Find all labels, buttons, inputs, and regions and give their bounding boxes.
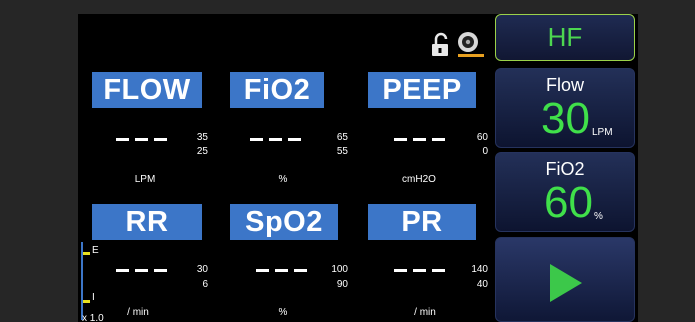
peep-limit-high: 60	[476, 132, 488, 143]
param-label-text: PEEP	[382, 74, 462, 106]
param-label-spo2: SpO2	[230, 204, 338, 240]
fio2-limit-low: 55	[336, 146, 348, 157]
ei-top-label: E	[92, 245, 99, 256]
flow-setting-label: Flow	[545, 75, 584, 95]
flow-limit-high: 35	[196, 132, 208, 143]
flow-setting-unit: LPM	[592, 127, 613, 138]
param-label-rr: RR	[92, 204, 202, 240]
ei-bottom-label: I	[92, 292, 95, 303]
param-label-text: FLOW	[103, 74, 191, 106]
peep-value-placeholder	[394, 138, 445, 141]
rr-value-placeholder	[116, 269, 167, 272]
flow-value-placeholder	[116, 138, 167, 141]
flow-unit: LPM	[134, 174, 156, 185]
peep-unit: cmH2O	[402, 174, 436, 185]
pr-unit: / min	[414, 307, 436, 318]
pr-limit-high: 140	[471, 264, 488, 275]
ei-ratio: x 1.0	[82, 313, 104, 322]
fio2-setting-unit: %	[594, 211, 603, 222]
rr-limit-high: 30	[196, 264, 208, 275]
fio2-value-placeholder	[250, 138, 301, 141]
peep-limit-low: 0	[482, 146, 488, 157]
fio2-setting-value: 60	[544, 178, 593, 227]
right-margin	[638, 0, 695, 322]
rr-unit: / min	[127, 307, 149, 318]
flow-limit-low: 25	[196, 146, 208, 157]
flow-setting-button[interactable]: Flow 30 LPM	[495, 68, 635, 148]
fio2-setting-label: FiO2	[545, 159, 585, 179]
rr-limit-low: 6	[202, 279, 208, 290]
spo2-limit-high: 100	[331, 264, 348, 275]
ei-ratio-value: 1.0	[89, 313, 104, 322]
pr-limit-low: 40	[476, 279, 488, 290]
param-label-peep: PEEP	[368, 72, 476, 108]
fio2-limit-high: 65	[336, 132, 348, 143]
ei-ratio-prefix: x	[82, 313, 90, 322]
fio2-unit: %	[278, 174, 288, 185]
fio2-setting-button[interactable]: FiO2 60 %	[495, 152, 635, 232]
mode-label: HF	[547, 22, 583, 52]
param-label-text: SpO2	[245, 206, 323, 238]
param-label-text: PR	[401, 206, 443, 238]
param-label-text: FiO2	[243, 74, 311, 106]
spo2-limit-low: 90	[336, 279, 348, 290]
flow-setting-value: 30	[541, 94, 590, 143]
param-label-flow: FLOW	[92, 72, 202, 108]
play-icon	[550, 264, 582, 302]
unlock-icon[interactable]	[430, 32, 452, 58]
spo2-unit: %	[278, 307, 288, 318]
param-label-text: RR	[125, 206, 169, 238]
speaker-icon[interactable]	[456, 30, 486, 58]
start-button[interactable]	[495, 237, 635, 322]
param-label-fio2: FiO2	[230, 72, 324, 108]
pr-value-placeholder	[394, 269, 445, 272]
param-label-pr: PR	[368, 204, 476, 240]
mode-button[interactable]: HF	[495, 14, 635, 61]
spo2-value-placeholder	[256, 269, 307, 272]
